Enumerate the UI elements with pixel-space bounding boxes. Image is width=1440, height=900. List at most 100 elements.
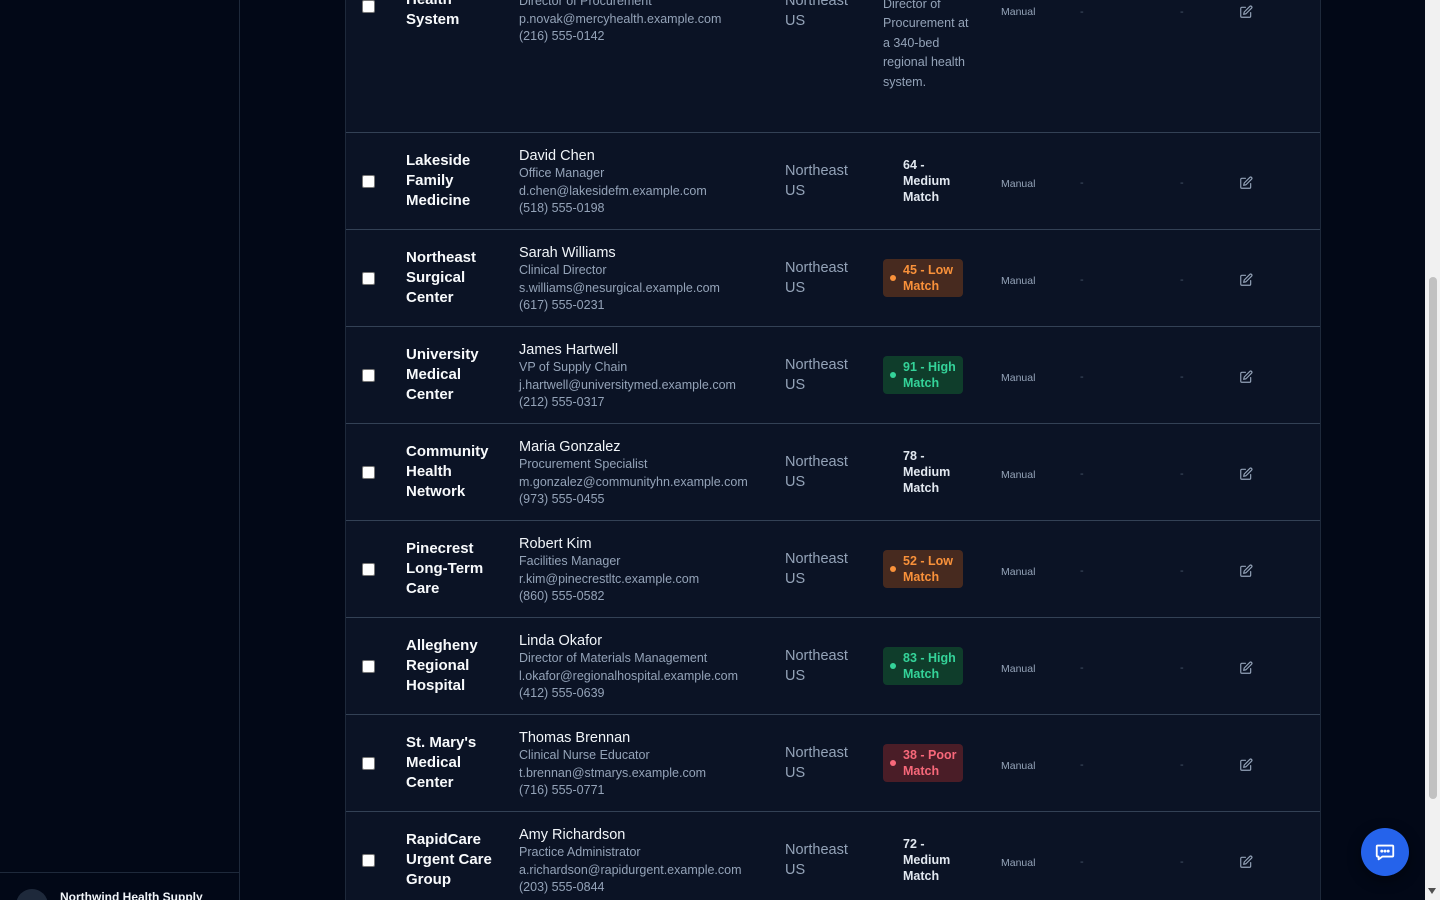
empty-value: - — [1180, 177, 1184, 189]
contact-phone: (973) 555-0455 — [519, 492, 605, 506]
contact-phone: (216) 555-0142 — [519, 29, 605, 43]
empty-value: - — [1080, 6, 1084, 18]
contact-phone: (860) 555-0582 — [519, 589, 605, 603]
table-row[interactable]: Lakeside Family Medicine David Chen Office… — [346, 133, 1320, 230]
contact-info: Sarah Williams Clinical Director s.william… — [519, 244, 779, 315]
organization-name: Pinecrest Long-Term Care — [406, 540, 484, 597]
edit-icon[interactable] — [1239, 661, 1253, 675]
match-score-badge: 83 - High Match — [883, 647, 963, 685]
region: Northeast US — [785, 357, 848, 393]
organization-name: St. Mary's Medical Center — [406, 734, 477, 791]
match-score-badge: 52 - Low Match — [883, 550, 963, 588]
contact-phone: (203) 555-0844 — [519, 880, 605, 894]
contact-title: Office Manager — [519, 166, 605, 180]
lead-source: Manual — [1001, 275, 1036, 287]
lead-source: Manual — [1001, 6, 1036, 18]
contact-info: Maria Gonzalez Procurement Specialist m.go… — [519, 438, 779, 509]
edit-icon[interactable] — [1239, 855, 1253, 869]
table-row[interactable]: University Medical Center James Hartwell V… — [346, 327, 1320, 424]
contact-name: Sarah Williams — [519, 245, 616, 261]
match-score-text: 38 - Poor Match — [903, 748, 957, 778]
edit-icon[interactable] — [1239, 5, 1253, 19]
table-row[interactable]: St. Mary's Medical Center Thomas Brennan C… — [346, 715, 1320, 812]
table-row[interactable]: Northeast Surgical Center Sarah Williams C… — [346, 230, 1320, 327]
empty-value: - — [1080, 177, 1084, 189]
empty-value: - — [1080, 468, 1084, 480]
scroll-down-arrow-icon[interactable] — [1428, 888, 1436, 894]
match-score-badge: 45 - Low Match — [883, 259, 963, 297]
edit-icon[interactable] — [1239, 370, 1253, 384]
contact-email[interactable]: d.chen@lakesidefm.example.com — [519, 183, 779, 201]
status-dot-icon — [890, 275, 896, 281]
organization-name: Northeast Surgical Center — [406, 249, 477, 306]
empty-value: - — [1080, 371, 1084, 383]
lead-source: Manual — [1001, 372, 1036, 384]
sidebar-footer[interactable]: Northwind Health Supply — [0, 872, 239, 900]
contact-email[interactable]: r.kim@pinecrestltc.example.com — [519, 571, 779, 589]
contact-title: Practice Administrator — [519, 845, 641, 859]
contact-title: Director of Materials Management — [519, 651, 708, 665]
edit-icon[interactable] — [1239, 564, 1253, 578]
edit-icon[interactable] — [1239, 467, 1253, 481]
row-checkbox[interactable] — [362, 757, 375, 770]
empty-value: - — [1080, 759, 1084, 771]
table-row[interactable]: Allegheny Regional Hospital Linda Okafor D… — [346, 618, 1320, 715]
avatar[interactable] — [16, 889, 48, 900]
table-row[interactable]: Health System Director of Procurement p.… — [346, 0, 1320, 133]
lead-source: Manual — [1001, 857, 1036, 869]
row-checkbox[interactable] — [362, 0, 375, 13]
organization-name: Health System — [406, 0, 460, 28]
table-row[interactable]: Pinecrest Long-Term Care Robert Kim Facili… — [346, 521, 1320, 618]
contact-email[interactable]: l.okafor@regionalhospital.example.com — [519, 668, 779, 686]
table-row[interactable]: Community Health Network Maria Gonzalez Pr… — [346, 424, 1320, 521]
row-checkbox[interactable] — [362, 272, 375, 285]
match-score-text: 91 - High Match — [903, 360, 956, 390]
organization-name: Allegheny Regional Hospital — [406, 637, 478, 694]
match-score-text: 78 - Medium Match — [903, 449, 951, 495]
row-checkbox[interactable] — [362, 175, 375, 188]
scrollbar[interactable] — [1425, 0, 1440, 900]
row-checkbox[interactable] — [362, 563, 375, 576]
contact-email[interactable]: s.williams@nesurgical.example.com — [519, 280, 779, 298]
contact-title: Clinical Director — [519, 263, 607, 277]
contact-name: Linda Okafor — [519, 633, 603, 649]
empty-value: - — [1080, 856, 1084, 868]
match-score-text: 83 - High Match — [903, 651, 956, 681]
contact-email[interactable]: a.richardson@rapidurgent.example.com — [519, 862, 779, 880]
contact-name: Robert Kim — [519, 536, 592, 552]
contact-info: Director of Procurement p.novak@mercyhea… — [519, 0, 779, 46]
region: Northeast US — [785, 0, 848, 29]
empty-value: - — [1180, 856, 1184, 868]
sidebar: Northwind Health Supply — [0, 0, 240, 900]
row-checkbox[interactable] — [362, 466, 375, 479]
contact-email[interactable]: j.hartwell@universitymed.example.com — [519, 377, 779, 395]
empty-value: - — [1180, 274, 1184, 286]
scrollbar-thumb[interactable] — [1429, 277, 1437, 799]
row-checkbox[interactable] — [362, 660, 375, 673]
lead-source: Manual — [1001, 663, 1036, 675]
empty-value: - — [1180, 6, 1184, 18]
contact-phone: (212) 555-0317 — [519, 395, 605, 409]
contact-email[interactable]: p.novak@mercyhealth.example.com — [519, 11, 779, 29]
empty-value: - — [1180, 371, 1184, 383]
empty-value: - — [1080, 565, 1084, 577]
edit-icon[interactable] — [1239, 758, 1253, 772]
contact-title: Procurement Specialist — [519, 457, 648, 471]
match-score-text: 45 - Low Match — [903, 263, 954, 293]
contact-email[interactable]: m.gonzalez@communityhn.example.com — [519, 474, 779, 492]
empty-value: - — [1080, 274, 1084, 286]
match-score-text: 64 - Medium Match — [903, 158, 951, 204]
edit-icon[interactable] — [1239, 176, 1253, 190]
region: Northeast US — [785, 454, 848, 490]
row-checkbox[interactable] — [362, 854, 375, 867]
contact-name: James Hartwell — [519, 342, 619, 358]
contact-email[interactable]: t.brennan@stmarys.example.com — [519, 765, 779, 783]
region: Northeast US — [785, 551, 848, 587]
row-checkbox[interactable] — [362, 369, 375, 382]
chat-bubble-icon — [1375, 844, 1395, 861]
table-row[interactable]: RapidCare Urgent Care Group Amy Richardso… — [346, 812, 1320, 900]
region: Northeast US — [785, 648, 848, 684]
chat-button[interactable] — [1361, 828, 1409, 876]
edit-icon[interactable] — [1239, 273, 1253, 287]
region: Northeast US — [785, 163, 848, 199]
